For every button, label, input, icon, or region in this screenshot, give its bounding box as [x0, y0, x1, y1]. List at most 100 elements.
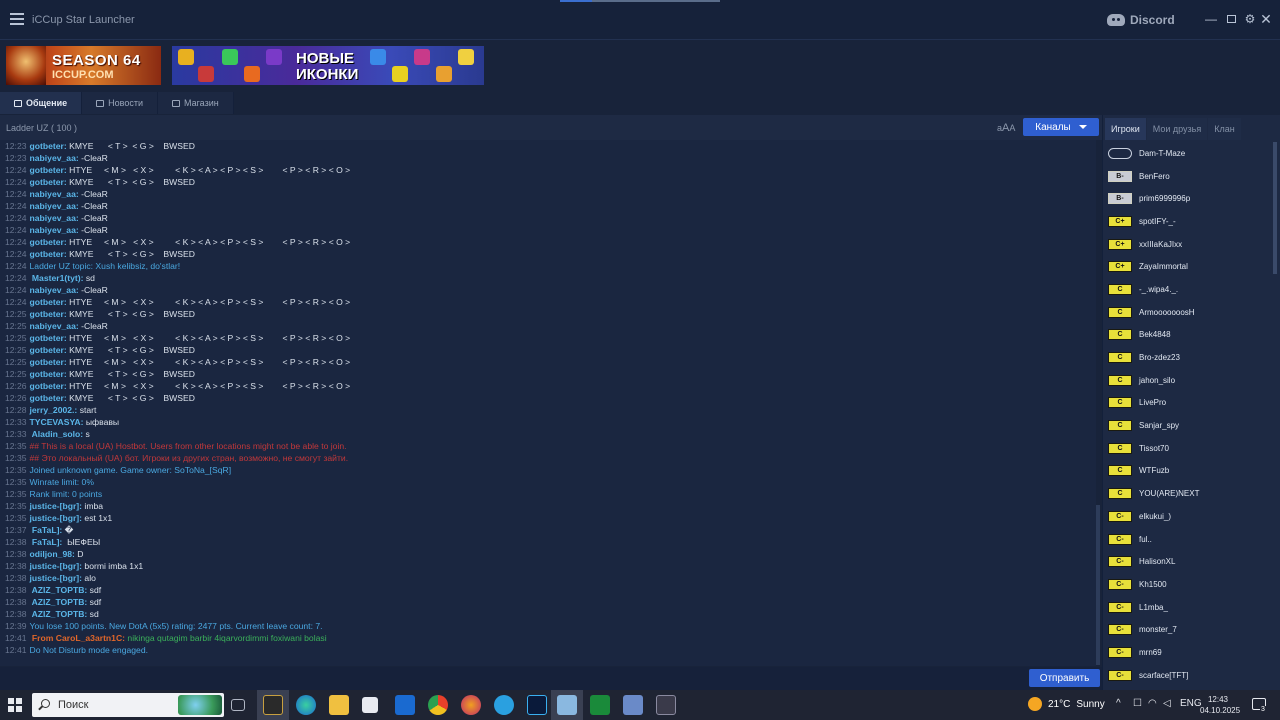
- player-item[interactable]: C-monster_7: [1105, 618, 1273, 641]
- chat-nick[interactable]: gotbeter:: [30, 393, 67, 403]
- settings-gear-icon[interactable]: ⚙: [1243, 12, 1257, 26]
- player-item[interactable]: C-mrn69: [1105, 641, 1273, 664]
- chat-nick[interactable]: FaTaL]:: [30, 537, 62, 547]
- tab-shop[interactable]: Магазин: [157, 92, 234, 114]
- channels-button[interactable]: Каналы: [1023, 118, 1099, 136]
- chat-nick[interactable]: gotbeter:: [30, 297, 67, 307]
- chat-nick[interactable]: nabiyev_aa:: [30, 225, 79, 235]
- player-item[interactable]: C Tissot70: [1105, 437, 1273, 460]
- menu-icon[interactable]: [10, 13, 24, 25]
- chat-nick[interactable]: nabiyev_aa:: [30, 213, 79, 223]
- chat-nick[interactable]: justice-[bgr]:: [30, 501, 83, 511]
- photoshop-icon[interactable]: [527, 695, 547, 715]
- windows-start-icon[interactable]: [8, 698, 22, 712]
- weather-widget[interactable]: 21°C Sunny: [1028, 697, 1105, 711]
- player-item[interactable]: C+ ZayaImmortal: [1105, 255, 1273, 278]
- chat-nick[interactable]: justice-[bgr]:: [30, 573, 83, 583]
- chat-log[interactable]: 12:23 gotbeter: KMYE < T > < G > BWSED 12:…: [0, 140, 1096, 666]
- iccup-launcher-icon[interactable]: [557, 695, 577, 715]
- chat-nick[interactable]: gotbeter:: [30, 345, 67, 355]
- player-item[interactable]: C LivePro: [1105, 392, 1273, 415]
- player-item[interactable]: Dam-T-Maze: [1105, 142, 1273, 165]
- chat-nick[interactable]: gotbeter:: [30, 177, 67, 187]
- player-item[interactable]: C-elkukui_): [1105, 505, 1273, 528]
- player-item[interactable]: C Bro-zdez23: [1105, 346, 1273, 369]
- chat-nick[interactable]: justice-[bgr]:: [30, 561, 83, 571]
- chat-nick[interactable]: nabiyev_aa:: [30, 285, 79, 295]
- warcraft-app-icon[interactable]: [263, 695, 283, 715]
- chrome-icon[interactable]: [428, 695, 448, 715]
- chat-nick[interactable]: justice-[bgr]:: [30, 513, 83, 523]
- discord-button[interactable]: Discord: [1107, 13, 1175, 27]
- chat-nick[interactable]: gotbeter:: [30, 237, 67, 247]
- chat-nick[interactable]: From CaroL_a3artn1C:: [30, 633, 125, 643]
- player-item[interactable]: C-ful..: [1105, 528, 1273, 551]
- chat-nick[interactable]: Master1(tyt):: [30, 273, 84, 283]
- player-item[interactable]: B-prim6999996p: [1105, 187, 1273, 210]
- volume-icon[interactable]: ◁: [1163, 698, 1171, 709]
- language-indicator[interactable]: ENG: [1180, 698, 1202, 709]
- telegram-icon[interactable]: [494, 695, 514, 715]
- chat-scrollbar[interactable]: [1096, 505, 1100, 665]
- outlook-icon[interactable]: [395, 695, 415, 715]
- chevron-up-icon[interactable]: ^: [1116, 698, 1121, 709]
- font-size-button[interactable]: aAA: [997, 122, 1015, 134]
- chat-nick[interactable]: gotbeter:: [30, 165, 67, 175]
- player-item[interactable]: C+ spotIFY-_-: [1105, 210, 1273, 233]
- player-item[interactable]: Cjahon_silo: [1105, 369, 1273, 392]
- player-item[interactable]: B- BenFero: [1105, 165, 1273, 188]
- player-item[interactable]: C YOU(ARE)NEXT: [1105, 482, 1273, 505]
- chat-nick[interactable]: FaTaL]:: [30, 525, 62, 535]
- chat-nick[interactable]: odiljon_98:: [30, 549, 75, 559]
- minimize-icon[interactable]: —: [1204, 12, 1218, 26]
- chat-nick[interactable]: gotbeter:: [30, 357, 67, 367]
- player-item[interactable]: C-scarface[TFT]: [1105, 664, 1273, 687]
- send-button[interactable]: Отправить: [1029, 669, 1100, 687]
- player-item[interactable]: C -_.wipa4._.: [1105, 278, 1273, 301]
- chat-nick[interactable]: gotbeter:: [30, 141, 67, 151]
- chat-nick[interactable]: AZIZ_TOPTB:: [30, 585, 88, 595]
- edge-browser-icon[interactable]: [296, 695, 316, 715]
- player-item[interactable]: C WTFuzb: [1105, 460, 1273, 483]
- game-app-icon[interactable]: [656, 695, 676, 715]
- tab-chat[interactable]: Общение: [0, 92, 83, 114]
- chat-nick[interactable]: gotbeter:: [30, 369, 67, 379]
- clock[interactable]: 12:43 04.10.2025: [1200, 694, 1240, 716]
- player-item[interactable]: C- Kh1500: [1105, 573, 1273, 596]
- tab-news[interactable]: Новости: [82, 92, 158, 114]
- chat-nick[interactable]: gotbeter:: [30, 381, 67, 391]
- chat-nick[interactable]: jerry_2002.:: [30, 405, 78, 415]
- taskbar-search[interactable]: Поиск: [32, 693, 224, 717]
- tab-clan[interactable]: Клан: [1208, 118, 1241, 140]
- new-icons-banner[interactable]: НОВЫЕ ИКОНКИ: [172, 46, 484, 85]
- task-view-icon[interactable]: [231, 699, 245, 711]
- message-input[interactable]: [4, 670, 1022, 686]
- store-icon[interactable]: [362, 697, 378, 713]
- chat-nick[interactable]: gotbeter:: [30, 309, 67, 319]
- chat-nick[interactable]: gotbeter:: [30, 333, 67, 343]
- player-item[interactable]: C Sanjar_spy: [1105, 414, 1273, 437]
- chat-nick[interactable]: AZIZ_TOPTB:: [30, 609, 88, 619]
- chat-nick[interactable]: gotbeter:: [30, 249, 67, 259]
- player-item[interactable]: C- HalisonXL: [1105, 550, 1273, 573]
- wifi-icon[interactable]: ◠: [1148, 698, 1157, 709]
- chat-nick[interactable]: TYCEVASYA:: [30, 417, 84, 427]
- chat-nick[interactable]: nabiyev_aa:: [30, 201, 79, 211]
- chat-nick[interactable]: Aladin_solo:: [30, 429, 84, 439]
- chat-nick[interactable]: nabiyev_aa:: [30, 321, 79, 331]
- player-list-scrollbar[interactable]: [1273, 142, 1277, 274]
- player-item[interactable]: C ArmooooooosH: [1105, 301, 1273, 324]
- player-item[interactable]: C Bek4848: [1105, 324, 1273, 347]
- tool-app-icon[interactable]: [623, 695, 643, 715]
- player-item[interactable]: C+ xxIIIaKaJIxx: [1105, 233, 1273, 256]
- season-banner[interactable]: SEASON 64 ICCUP.COM: [6, 46, 161, 85]
- firefox-icon[interactable]: [461, 695, 481, 715]
- chat-nick[interactable]: AZIZ_TOPTB:: [30, 597, 88, 607]
- network-icon[interactable]: ☐: [1133, 698, 1142, 709]
- maximize-icon[interactable]: [1224, 12, 1238, 26]
- file-explorer-icon[interactable]: [329, 695, 349, 715]
- chat-nick[interactable]: nabiyev_aa:: [30, 153, 79, 163]
- player-item[interactable]: C- L1mba_: [1105, 596, 1273, 619]
- excel-like-app-icon[interactable]: [590, 695, 610, 715]
- close-icon[interactable]: ✕: [1259, 12, 1273, 26]
